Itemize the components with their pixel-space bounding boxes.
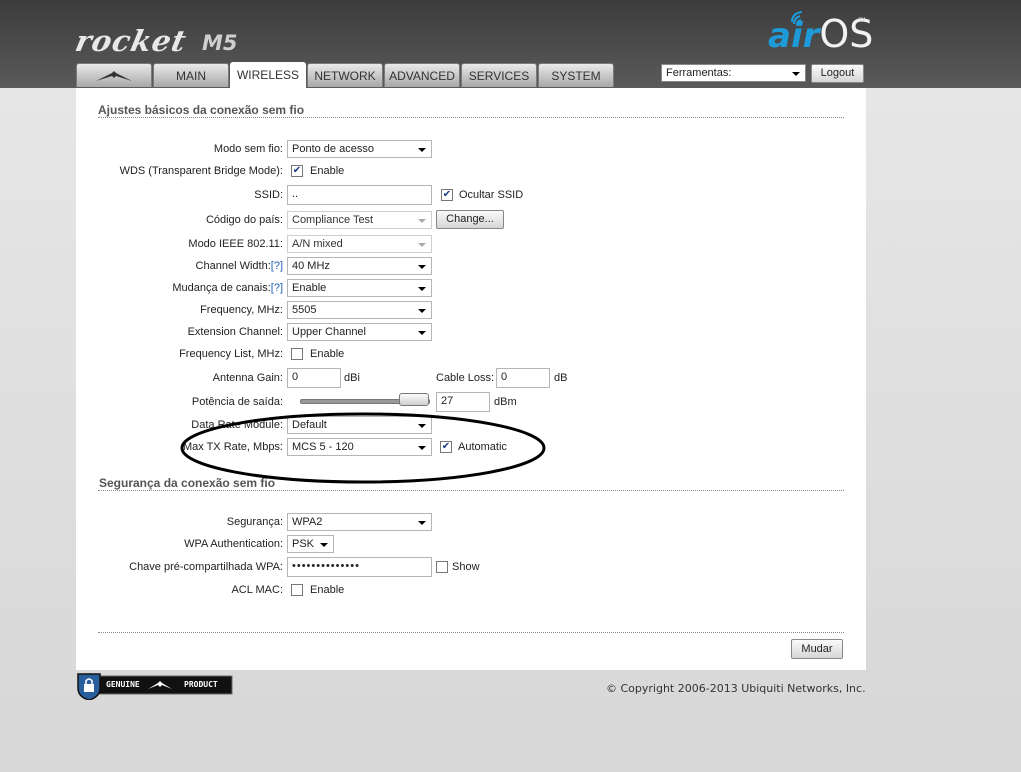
change-country-button[interactable]: Change... [436, 210, 504, 229]
output-power-label: Potência de saída: [191, 396, 283, 408]
logout-button[interactable]: Logout [811, 64, 864, 83]
wpa-auth-select[interactable]: PSK [287, 535, 334, 553]
show-psk-text: Show [452, 561, 480, 573]
copyright-text: © Copyright 2006-2013 Ubiquiti Networks,… [606, 682, 866, 695]
channel-shifting-select[interactable]: Enable [287, 279, 432, 297]
rocket-logo: rocket [72, 24, 190, 58]
chevron-down-icon [418, 243, 426, 247]
cable-loss-label: Cable Loss: [436, 372, 495, 384]
ieee-mode-value: A/N mixed [292, 238, 343, 250]
hide-ssid-checkbox[interactable]: ✔ [441, 189, 453, 201]
model-logo: M5 [202, 31, 238, 55]
tab-main[interactable]: MAIN [153, 63, 229, 87]
badge-product-text: PRODUCT [184, 680, 218, 689]
divider [98, 490, 844, 491]
tab-system[interactable]: SYSTEM [538, 63, 614, 87]
security-value: WPA2 [292, 516, 323, 528]
chevron-down-icon [418, 219, 426, 223]
chevron-down-icon [418, 309, 426, 313]
chevron-down-icon [418, 148, 426, 152]
output-power-slider-handle[interactable] [399, 393, 429, 406]
divider [98, 632, 844, 633]
tools-select[interactable]: Ferramentas: [661, 64, 806, 82]
ubiquiti-logo-icon [96, 71, 132, 81]
psk-label: Chave pré-compartilhada WPA: [129, 561, 283, 573]
airos-logo-air: air [768, 16, 820, 56]
antenna-gain-input[interactable]: 0 [287, 368, 341, 388]
security-label: Segurança: [226, 516, 283, 528]
ssid-input[interactable]: .. [287, 185, 432, 205]
ieee-mode-select[interactable]: A/N mixed [287, 235, 432, 253]
ieee-mode-label: Modo IEEE 802.11: [188, 238, 283, 250]
chevron-down-icon [418, 521, 426, 525]
wpa-auth-label: WPA Authentication: [184, 538, 283, 550]
channel-width-select[interactable]: 40 MHz [287, 257, 432, 275]
cable-loss-unit: dB [554, 372, 568, 384]
extension-channel-label: Extension Channel: [187, 326, 283, 338]
frequency-label: Frequency, MHz: [200, 304, 283, 316]
section-title-security: Segurança da conexão sem fio [99, 476, 276, 490]
extension-channel-select[interactable]: Upper Channel [287, 323, 432, 341]
frequency-list-enable-text: Enable [310, 348, 345, 360]
wds-enable-text: Enable [310, 165, 345, 177]
frequency-list-label: Frequency List, MHz: [179, 348, 283, 360]
channel-shifting-label: Mudança de canais: [172, 282, 271, 294]
channel-shifting-label-group: Mudança de canais:[?] [80, 282, 283, 294]
wds-checkbox[interactable]: ✔ [291, 165, 303, 177]
tools-select-value: Ferramentas: [666, 67, 732, 79]
chevron-down-icon [320, 543, 328, 547]
output-power-unit: dBm [494, 396, 517, 408]
channel-width-label: Channel Width: [195, 260, 271, 272]
wpa-auth-value: PSK [292, 538, 315, 550]
trademark-mark: ™ [858, 16, 866, 25]
antenna-gain-unit: dBi [344, 372, 360, 384]
chevron-down-icon [418, 265, 426, 269]
chevron-down-icon [418, 287, 426, 291]
frequency-value: 5505 [292, 304, 317, 316]
highlight-ellipse [180, 412, 546, 484]
tab-network[interactable]: NETWORK [307, 63, 383, 87]
wds-label: WDS (Transparent Bridge Mode): [119, 165, 283, 177]
security-select[interactable]: WPA2 [287, 513, 432, 531]
wireless-mode-label: Modo sem fio: [213, 143, 283, 155]
country-code-value: Compliance Test [292, 214, 374, 226]
output-power-input[interactable]: 27 [436, 392, 490, 412]
badge-genuine-text: GENUINE [106, 680, 140, 689]
country-code-label: Código do país: [205, 214, 283, 226]
tab-advanced[interactable]: ADVANCED [384, 63, 460, 87]
show-psk-checkbox[interactable] [436, 561, 448, 573]
hide-ssid-text: Ocultar SSID [459, 189, 524, 201]
channel-width-help-link[interactable]: [?] [271, 260, 283, 272]
tab-ubiquiti-logo[interactable] [76, 63, 152, 87]
chevron-down-icon [418, 331, 426, 335]
channel-width-label-group: Channel Width:[?] [80, 260, 283, 272]
frequency-select[interactable]: 5505 [287, 301, 432, 319]
wireless-mode-value: Ponto de acesso [292, 143, 374, 155]
wireless-mode-select[interactable]: Ponto de acesso [287, 140, 432, 158]
cable-loss-input[interactable]: 0 [496, 368, 550, 388]
section-title-basic: Ajustes básicos da conexão sem fio [98, 103, 305, 117]
ssid-label: SSID: [254, 189, 283, 201]
channel-shifting-value: Enable [292, 282, 327, 294]
psk-input[interactable]: •••••••••••••• [287, 557, 432, 577]
apply-button[interactable]: Mudar [791, 639, 843, 659]
frequency-list-checkbox[interactable] [291, 348, 303, 360]
channel-shifting-help-link[interactable]: [?] [271, 282, 283, 294]
divider [98, 117, 844, 118]
country-code-select[interactable]: Compliance Test [287, 211, 432, 229]
tab-services[interactable]: SERVICES [461, 63, 537, 87]
extension-channel-value: Upper Channel [292, 326, 366, 338]
acl-mac-label: ACL MAC: [231, 584, 283, 596]
antenna-gain-label: Antenna Gain: [212, 372, 283, 384]
acl-mac-checkbox[interactable] [291, 584, 303, 596]
genuine-product-badge: GENUINE PRODUCT [76, 672, 234, 701]
acl-mac-enable-text: Enable [310, 584, 345, 596]
tab-wireless[interactable]: WIRELESS [230, 62, 306, 88]
channel-width-value: 40 MHz [292, 260, 330, 272]
chevron-down-icon [792, 72, 800, 76]
